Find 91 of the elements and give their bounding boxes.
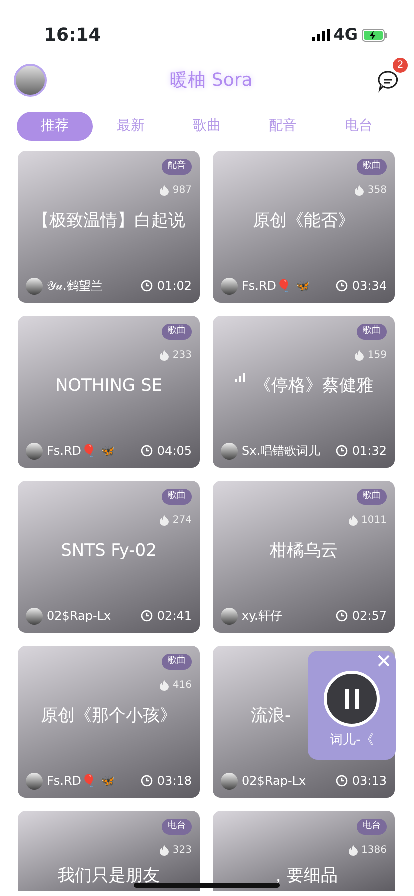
category-tag: 歌曲 <box>162 654 192 670</box>
player-track-text: 词儿-《 <box>330 732 374 750</box>
author-name: xy.轩仔 <box>242 608 282 625</box>
network-label: 4G <box>334 24 358 46</box>
message-count-badge: 2 <box>393 58 408 73</box>
track-title: 【极致温情】白起说 <box>32 210 186 233</box>
author-avatar <box>221 442 238 460</box>
author-avatar <box>26 608 43 624</box>
author-avatar <box>26 772 43 790</box>
track-card[interactable]: 配音 987 【极致温情】白起说 𝒴𝓊.鹤望兰 01:02 <box>18 151 200 303</box>
author-avatar <box>26 278 43 294</box>
play-count: 159 <box>368 348 387 362</box>
clock-icon <box>336 280 348 292</box>
play-count: 987 <box>172 184 192 198</box>
flame-icon <box>354 184 364 196</box>
author-avatar <box>221 278 238 294</box>
track-title: 流浪- <box>250 705 292 728</box>
track-duration: 02:57 <box>352 608 387 625</box>
author-name: Fs.RD🎈 🦋 <box>47 443 116 460</box>
track-title: SNTS Fy-02 <box>60 540 158 563</box>
track-duration: 03:34 <box>352 278 387 295</box>
signal-icon <box>312 29 330 41</box>
close-icon[interactable] <box>378 655 390 667</box>
app-title: 暖柚 Sora <box>170 68 253 92</box>
author-name: 02$Rap-Lx <box>242 773 306 790</box>
author-name: Fs.RD🎈 🦋 <box>47 773 116 790</box>
flame-icon <box>160 184 169 196</box>
track-duration: 03:13 <box>352 773 387 790</box>
track-title: NOTHING SE <box>54 375 164 398</box>
author-name: Sx.唱错歌词儿 <box>242 443 321 460</box>
author-avatar <box>26 442 43 460</box>
track-card[interactable]: 歌曲 1011 柑橘乌云 xy.轩仔 02:57 <box>213 481 395 633</box>
play-count: 416 <box>172 678 192 692</box>
equalizer-icon <box>234 372 246 382</box>
author-name: 𝒴𝓊.鹤望兰 <box>47 278 103 295</box>
author-avatar <box>221 608 238 624</box>
category-tag: 歌曲 <box>357 489 387 504</box>
track-card[interactable]: 电台 323 我们只是朋友 <box>18 811 200 891</box>
track-title: 柑橘乌云 <box>269 540 339 563</box>
track-card[interactable]: 歌曲 274 SNTS Fy-02 02$Rap-Lx 02:41 <box>18 481 200 633</box>
track-card[interactable]: 歌曲 416 原创《那个小孩》 Fs.RD🎈 🦋 03:18 <box>18 646 200 798</box>
clock-icon <box>336 610 348 622</box>
clock-icon <box>141 445 154 457</box>
track-duration: 02:41 <box>157 608 192 625</box>
author-name: 02$Rap-Lx <box>47 608 112 625</box>
author-name: Fs.RD🎈 🦋 <box>242 278 310 295</box>
flame-icon <box>160 350 169 360</box>
play-count: 358 <box>368 184 387 198</box>
battery-icon <box>362 28 388 42</box>
flame-icon <box>160 514 169 526</box>
profile-avatar[interactable] <box>14 64 47 96</box>
status-time: 16:14 <box>44 24 102 48</box>
flame-icon <box>348 844 358 856</box>
track-duration: 01:02 <box>157 278 192 295</box>
author-avatar <box>221 772 238 790</box>
pause-icon <box>344 689 360 709</box>
track-duration: 03:18 <box>157 773 192 790</box>
category-tag: 歌曲 <box>357 324 387 340</box>
flame-icon <box>354 350 364 360</box>
track-title: 原创《那个小孩》 <box>40 705 178 728</box>
category-tag: 歌曲 <box>162 489 192 504</box>
play-count: 1386 <box>362 844 387 858</box>
track-title: 原创《能否》 <box>252 210 356 233</box>
track-card[interactable]: 歌曲 358 原创《能否》 Fs.RD🎈 🦋 03:34 <box>213 151 395 303</box>
track-duration: 04:05 <box>157 443 192 460</box>
chat-icon[interactable] <box>376 68 400 93</box>
clock-icon <box>141 775 154 787</box>
flame-icon <box>160 680 169 690</box>
track-duration: 01:32 <box>352 443 387 460</box>
clock-icon <box>336 775 348 787</box>
flame-icon <box>160 844 169 856</box>
track-title: ，要细品 <box>269 864 339 888</box>
play-count: 1011 <box>362 514 387 528</box>
track-card[interactable]: 歌曲 159 《停格》蔡健雅 Sx.唱错歌词儿 01:32 <box>213 316 395 468</box>
play-count: 323 <box>172 844 192 858</box>
track-card[interactable]: 歌曲 233 NOTHING SE Fs.RD🎈 🦋 04:05 <box>18 316 200 468</box>
track-title: 《停格》蔡健雅 <box>254 375 374 398</box>
clock-icon <box>141 610 154 622</box>
category-tag: 配音 <box>162 159 192 174</box>
category-tab[interactable]: 推荐 <box>17 112 93 141</box>
play-count: 233 <box>172 348 192 362</box>
category-tag: 电台 <box>162 819 192 834</box>
clock-icon <box>336 445 348 457</box>
play-count: 274 <box>172 514 192 528</box>
flame-icon <box>348 514 358 526</box>
clock-icon <box>141 280 154 292</box>
category-tag: 歌曲 <box>357 159 387 174</box>
category-tag: 电台 <box>357 819 387 834</box>
category-tag: 歌曲 <box>162 324 192 340</box>
track-card[interactable]: 电台 1386 ，要细品 <box>213 811 395 891</box>
track-title: 我们只是朋友 <box>57 864 161 888</box>
